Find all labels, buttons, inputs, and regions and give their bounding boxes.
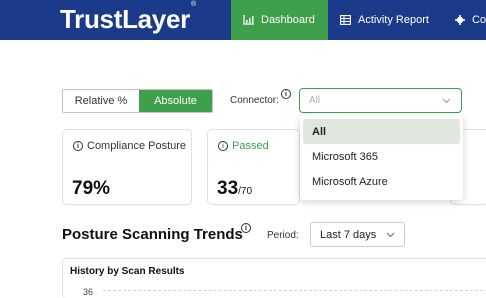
table-icon [340,15,351,25]
card-title: i Compliance Posture [73,140,186,152]
info-icon[interactable]: i [218,141,228,151]
compliance-posture-value: 79% [72,178,110,200]
trustlayer-logo[interactable]: TrustLayer® [60,1,196,35]
connector-dropdown-menu: All Microsoft 365 Microsoft Azure [300,115,463,200]
compliance-posture-card: i Compliance Posture 79% [62,129,192,205]
passed-title: Passed [232,140,269,152]
connector-option-microsoft-365[interactable]: Microsoft 365 [303,144,460,169]
nav-activity-report[interactable]: Activity Report [340,0,450,40]
connector-select-value: All [309,95,321,106]
passed-card: i Passed 33/70 [207,129,300,205]
period-label: Period: [267,230,299,241]
absolute-button[interactable]: Absolute [139,90,212,112]
logo-trademark: ® [190,1,196,9]
connector-label: Connector: [230,95,279,106]
relative-percent-button[interactable]: Relative % [63,90,139,112]
gear-icon [455,15,465,25]
compliance-posture-title: Compliance Posture [87,140,187,152]
nav-dashboard-label: Dashboard [261,14,315,26]
y-axis-tick: 36 [83,287,94,297]
period-select-value: Last 7 days [320,228,377,241]
chart-title: History by Scan Results [70,266,185,277]
connector-info-icon[interactable]: i [281,89,291,99]
connector-option-microsoft-azure[interactable]: Microsoft Azure [303,169,460,194]
nav-activity-report-label: Activity Report [358,14,429,26]
compliance-posture-number: 79% [72,178,111,199]
connector-select[interactable]: All [299,88,462,113]
value-mode-toggle: Relative % Absolute [62,89,213,113]
chevron-down-icon [442,98,451,104]
connector-option-all[interactable]: All [303,119,460,144]
chevron-down-icon [386,232,395,238]
nav-third-label: Co [472,14,486,26]
nav-dashboard[interactable]: Dashboard [231,0,328,40]
nav-third-item[interactable]: Co [455,0,486,40]
posture-scanning-trends-title: Posture Scanning Trends [62,226,243,243]
logo-text: TrustLayer [60,4,190,34]
trends-info-icon[interactable]: i [241,223,251,233]
chart-gridline [103,290,486,291]
passed-number: 33 [217,178,239,199]
period-select[interactable]: Last 7 days [310,222,405,247]
passed-value: 33/70 [217,178,252,200]
history-by-scan-results-panel: History by Scan Results 36 [62,258,486,298]
top-navigation-bar: TrustLayer® Dashboard Activity Report Co [0,0,486,40]
card-title: i Passed [218,140,269,152]
bar-chart-icon [243,15,254,25]
passed-total: /70 [238,186,253,197]
info-icon[interactable]: i [73,141,83,151]
